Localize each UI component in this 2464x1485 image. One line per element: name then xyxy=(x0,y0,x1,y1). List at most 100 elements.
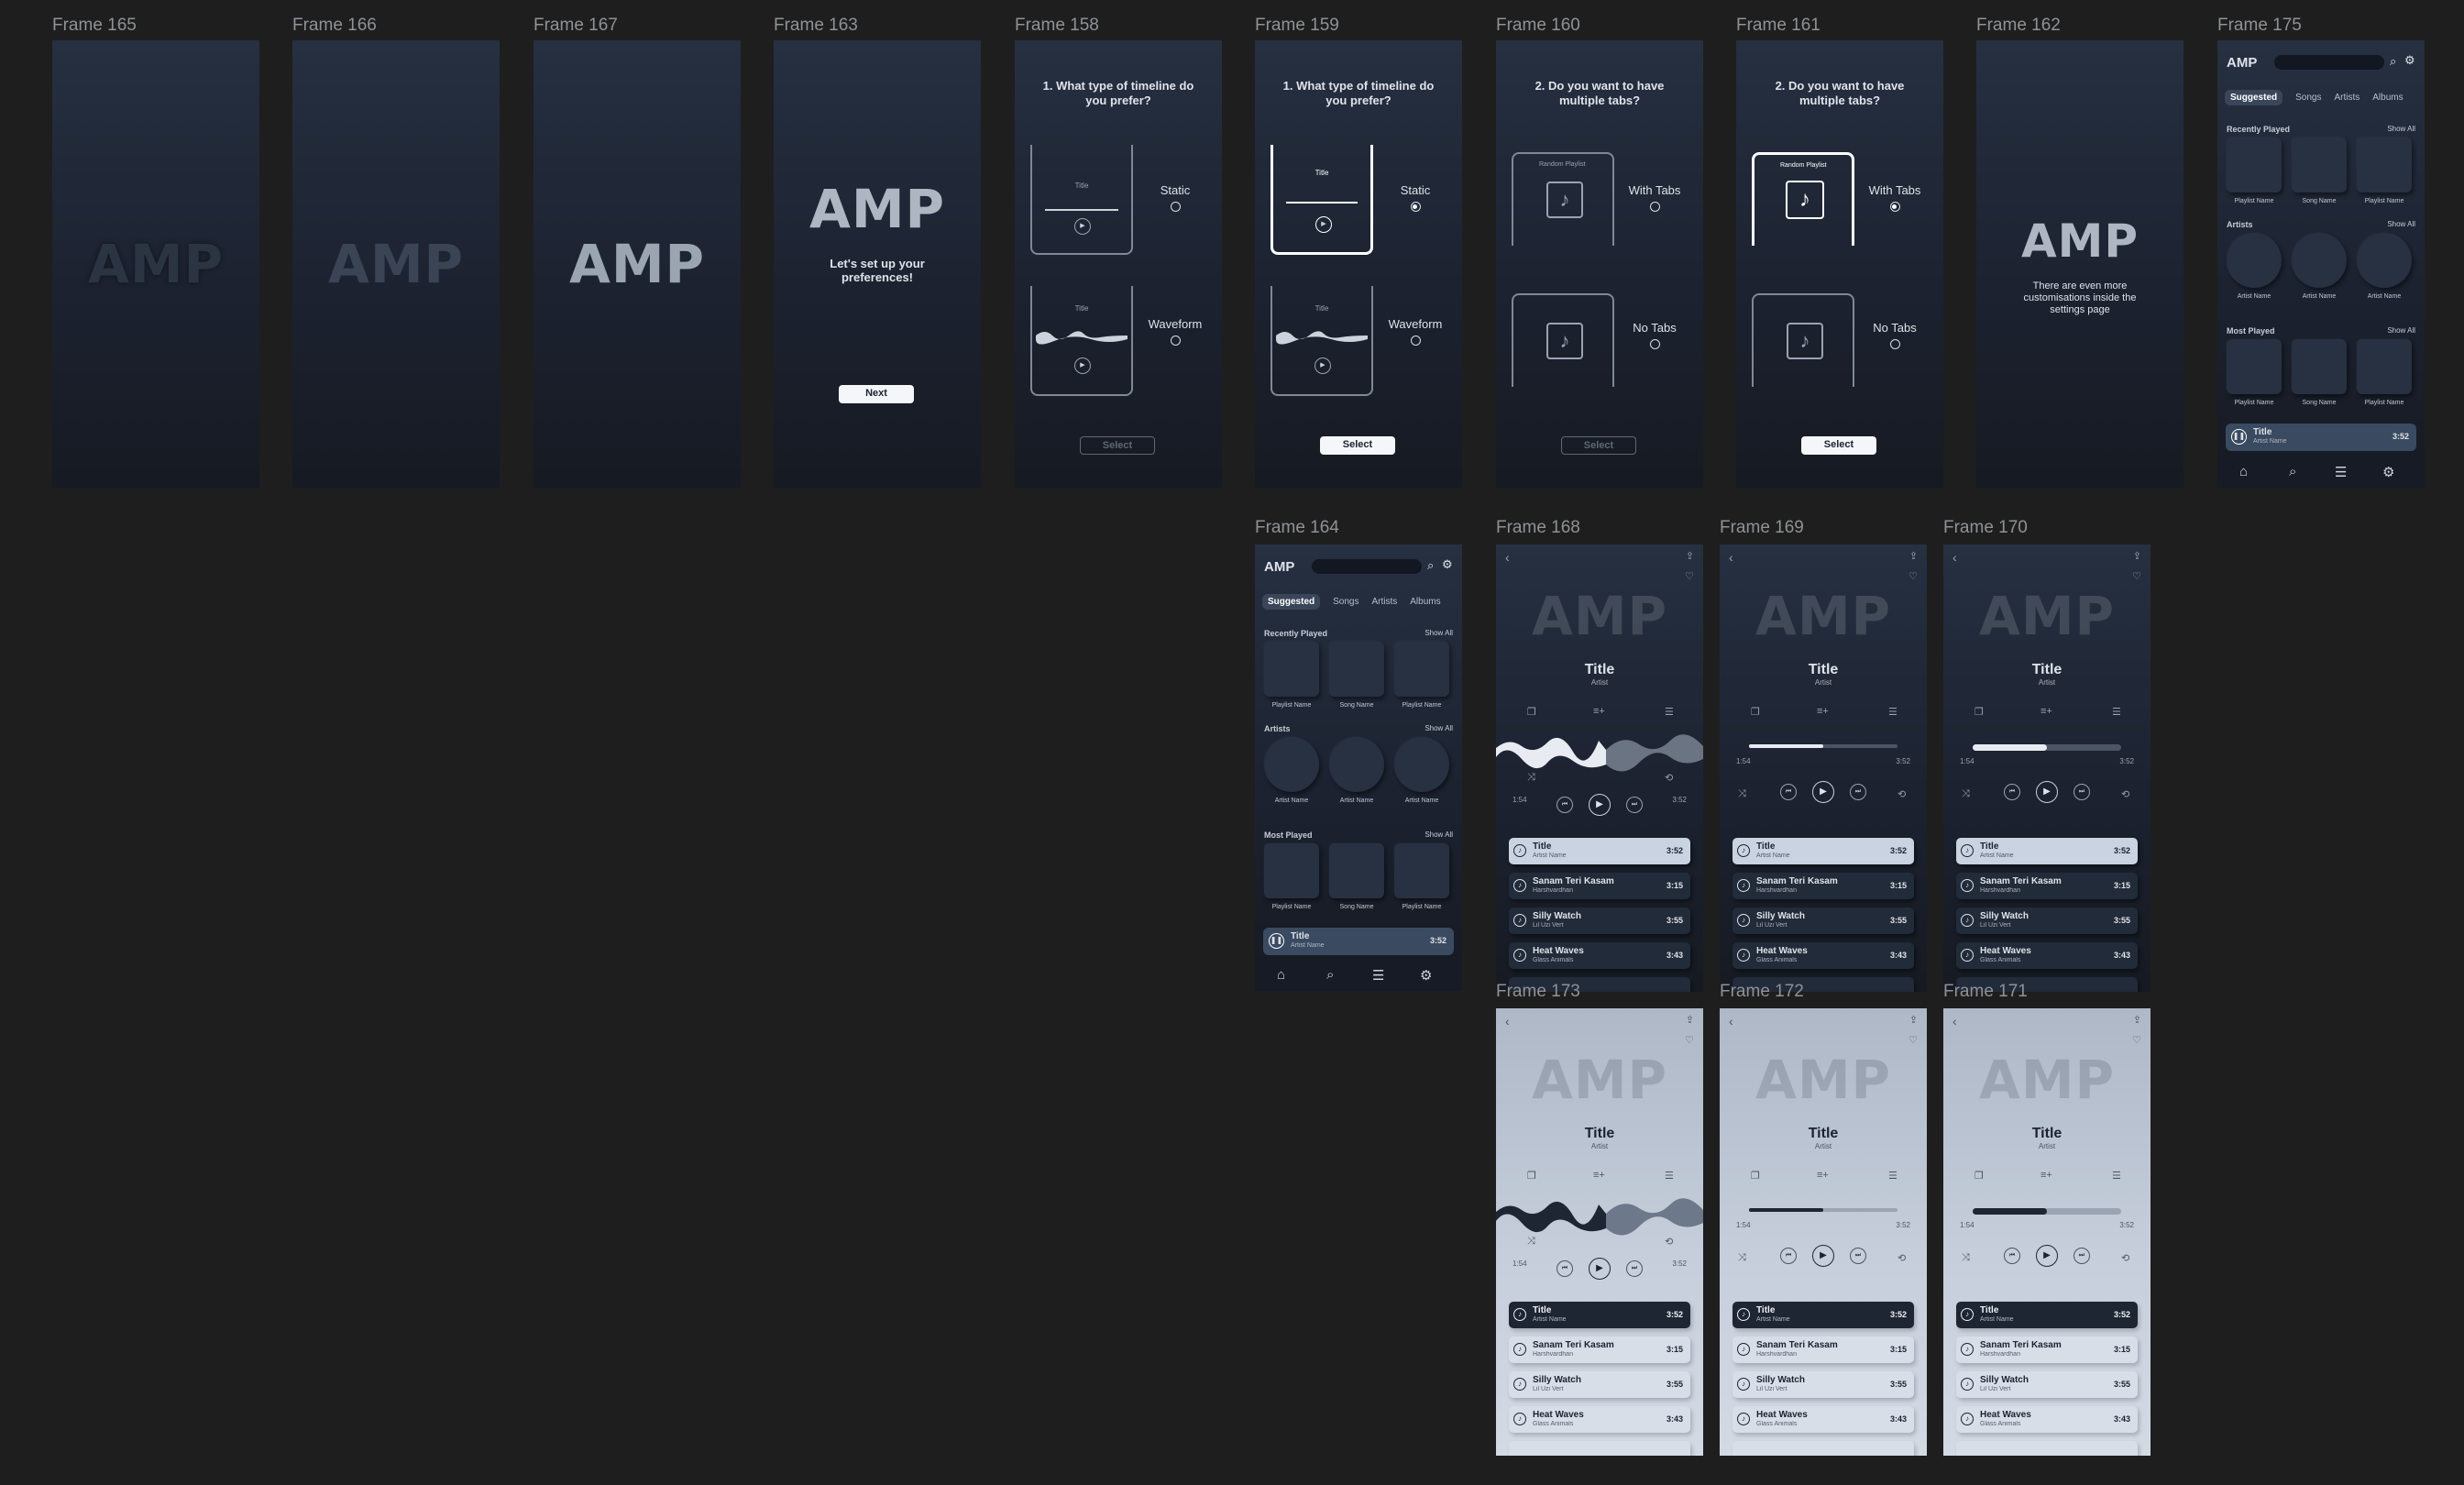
back-icon[interactable]: ‹ xyxy=(1952,1014,1957,1028)
track-row[interactable]: ♪ Title Artist Name 3:52 xyxy=(1956,1302,2138,1328)
back-icon[interactable]: ‹ xyxy=(1729,1014,1733,1028)
search-icon[interactable]: ⌕ xyxy=(2390,54,2396,69)
pause-icon[interactable]: ❚❚ xyxy=(1269,933,1284,949)
playlist-tile[interactable] xyxy=(1394,843,1449,898)
heart-icon[interactable]: ♡ xyxy=(2132,570,2141,582)
song-tile[interactable] xyxy=(2292,138,2347,192)
track-row[interactable]: ♪ Title Artist Name 3:52 xyxy=(1509,1302,1690,1328)
back-icon[interactable]: ‹ xyxy=(1729,550,1733,565)
playlist-tile[interactable] xyxy=(1264,843,1319,898)
search-input[interactable] xyxy=(2274,55,2384,70)
show-all-link[interactable]: Show All xyxy=(1424,830,1453,839)
add-to-playlist-icon[interactable]: ≡+ xyxy=(1593,1170,1605,1181)
now-playing-bar[interactable]: ❚❚ Title Artist Name 3:52 xyxy=(2226,424,2416,451)
tab-songs[interactable]: Songs xyxy=(2295,93,2321,103)
search-input[interactable] xyxy=(1312,559,1422,574)
track-row[interactable]: ♪ Sanam Teri Kasam Harshvardhan 3:15 xyxy=(1509,1336,1690,1363)
with-tabs-option[interactable]: With Tabs xyxy=(1622,183,1687,212)
repeat-icon[interactable]: ⟲ xyxy=(1898,1252,1906,1264)
select-button[interactable]: Select xyxy=(1080,436,1155,455)
track-row[interactable]: ♪ Sanam Teri Kasam Harshvardhan 3:15 xyxy=(1956,873,2138,899)
track-row[interactable]: ♪ Title Artist Name 3:52 xyxy=(1956,838,2138,864)
no-tabs-preview[interactable]: ♪ xyxy=(1512,293,1614,387)
waveform-option[interactable]: Waveform xyxy=(1383,317,1447,346)
show-all-link[interactable]: Show All xyxy=(1424,629,1453,637)
track-row[interactable]: ♪ Sanam Teri Kasam Harshvardhan 3:15 xyxy=(1732,1336,1914,1363)
tab-artists[interactable]: Artists xyxy=(2334,93,2360,103)
with-tabs-preview[interactable]: Random Playlist ♪ xyxy=(1752,152,1854,246)
search-icon[interactable]: ⌕ xyxy=(2289,464,2296,479)
waveform-preview[interactable]: Title ▶ xyxy=(1030,286,1133,396)
settings-icon[interactable]: ⚙ xyxy=(2404,53,2415,68)
with-tabs-radio[interactable] xyxy=(1889,202,1900,212)
shuffle-icon[interactable]: ⤨ xyxy=(1738,788,1746,800)
share-icon[interactable]: ⇪ xyxy=(1686,1014,1694,1026)
progress-bar[interactable] xyxy=(1749,1208,1898,1212)
previous-icon[interactable]: ⏮ xyxy=(1780,1248,1797,1264)
select-button[interactable]: Select xyxy=(1801,436,1876,455)
repeat-icon[interactable]: ⟲ xyxy=(1665,1236,1673,1248)
heart-icon[interactable]: ♡ xyxy=(1685,570,1694,582)
show-all-link[interactable]: Show All xyxy=(2387,125,2415,133)
next-icon[interactable]: ⏭ xyxy=(2074,1248,2090,1264)
show-all-link[interactable]: Show All xyxy=(2387,326,2415,335)
now-playing-bar[interactable]: ❚❚ Title Artist Name 3:52 xyxy=(1263,928,1454,955)
heart-icon[interactable]: ♡ xyxy=(2132,1034,2141,1046)
artist-tile[interactable] xyxy=(1394,737,1449,792)
track-row[interactable]: ♪ Title Artist Name 3:52 xyxy=(1732,1302,1914,1328)
previous-icon[interactable]: ⏮ xyxy=(1556,797,1573,813)
track-row[interactable]: ♪ Silly Watch Lil Uzi Vert 3:55 xyxy=(1956,1371,2138,1398)
progress-bar[interactable] xyxy=(1973,744,2121,751)
track-row[interactable]: ♪ Silly Watch Lil Uzi Vert 3:55 xyxy=(1732,1371,1914,1398)
lyrics-icon[interactable]: ❐ xyxy=(1527,1170,1536,1182)
previous-icon[interactable]: ⏮ xyxy=(2004,1248,2020,1264)
settings-icon[interactable]: ⚙ xyxy=(2382,464,2394,480)
previous-icon[interactable]: ⏮ xyxy=(1780,784,1797,800)
static-option[interactable]: Static xyxy=(1143,183,1207,212)
next-icon[interactable]: ⏭ xyxy=(1850,784,1866,800)
static-radio[interactable] xyxy=(1410,202,1421,212)
home-icon[interactable]: ⌂ xyxy=(2239,464,2248,479)
shuffle-icon[interactable]: ⤨ xyxy=(1962,1252,1970,1264)
queue-icon[interactable]: ☰ xyxy=(1665,706,1674,718)
playlist-tile[interactable] xyxy=(2227,339,2282,394)
track-row[interactable]: ♪ Heat Waves Glass Animals 3:43 xyxy=(1956,1406,2138,1433)
artist-tile[interactable] xyxy=(1264,737,1319,792)
progress-bar[interactable] xyxy=(1973,1208,2121,1215)
no-tabs-radio[interactable] xyxy=(1889,339,1900,349)
no-tabs-preview[interactable]: ♪ xyxy=(1752,293,1854,387)
tab-albums[interactable]: Albums xyxy=(1410,597,1440,607)
track-row[interactable]: ♪ Heat Waves Glass Animals 3:43 xyxy=(1509,1406,1690,1433)
heart-icon[interactable]: ♡ xyxy=(1685,1034,1694,1046)
search-icon[interactable]: ⌕ xyxy=(1326,967,1334,983)
play-icon[interactable]: ▶ xyxy=(1812,781,1834,803)
track-row[interactable]: ♪ Silly Watch Lil Uzi Vert 3:55 xyxy=(1956,908,2138,934)
lyrics-icon[interactable]: ❐ xyxy=(1527,706,1536,718)
search-icon[interactable]: ⌕ xyxy=(1427,558,1434,573)
settings-icon[interactable]: ⚙ xyxy=(1442,557,1453,572)
track-row[interactable]: ♪ Heat Waves Glass Animals 3:43 xyxy=(1732,1406,1914,1433)
heart-icon[interactable]: ♡ xyxy=(1908,570,1918,582)
queue-icon[interactable]: ☰ xyxy=(1888,1170,1898,1182)
share-icon[interactable]: ⇪ xyxy=(1686,550,1694,562)
playlist-tile[interactable] xyxy=(2227,138,2282,192)
add-to-playlist-icon[interactable]: ≡+ xyxy=(1817,706,1829,717)
shuffle-icon[interactable]: ⤨ xyxy=(1738,1252,1746,1264)
playlist-tile[interactable] xyxy=(1264,642,1319,697)
select-button[interactable]: Select xyxy=(1561,436,1636,455)
settings-icon[interactable]: ⚙ xyxy=(1420,967,1432,984)
add-to-playlist-icon[interactable]: ≡+ xyxy=(1817,1170,1829,1181)
track-row[interactable] xyxy=(1509,1441,1690,1456)
with-tabs-option[interactable]: With Tabs xyxy=(1863,183,1927,212)
no-tabs-option[interactable]: No Tabs xyxy=(1622,321,1687,349)
artist-tile[interactable] xyxy=(2227,233,2282,288)
repeat-icon[interactable]: ⟲ xyxy=(2121,1252,2129,1264)
waveform-option[interactable]: Waveform xyxy=(1143,317,1207,346)
static-radio[interactable] xyxy=(1170,202,1181,212)
track-row[interactable] xyxy=(1732,1441,1914,1456)
queue-icon[interactable]: ☰ xyxy=(1665,1170,1674,1182)
song-tile[interactable] xyxy=(1329,642,1384,697)
repeat-icon[interactable]: ⟲ xyxy=(1665,772,1673,784)
queue-icon[interactable]: ☰ xyxy=(2112,1170,2121,1182)
next-icon[interactable]: ⏭ xyxy=(2074,784,2090,800)
